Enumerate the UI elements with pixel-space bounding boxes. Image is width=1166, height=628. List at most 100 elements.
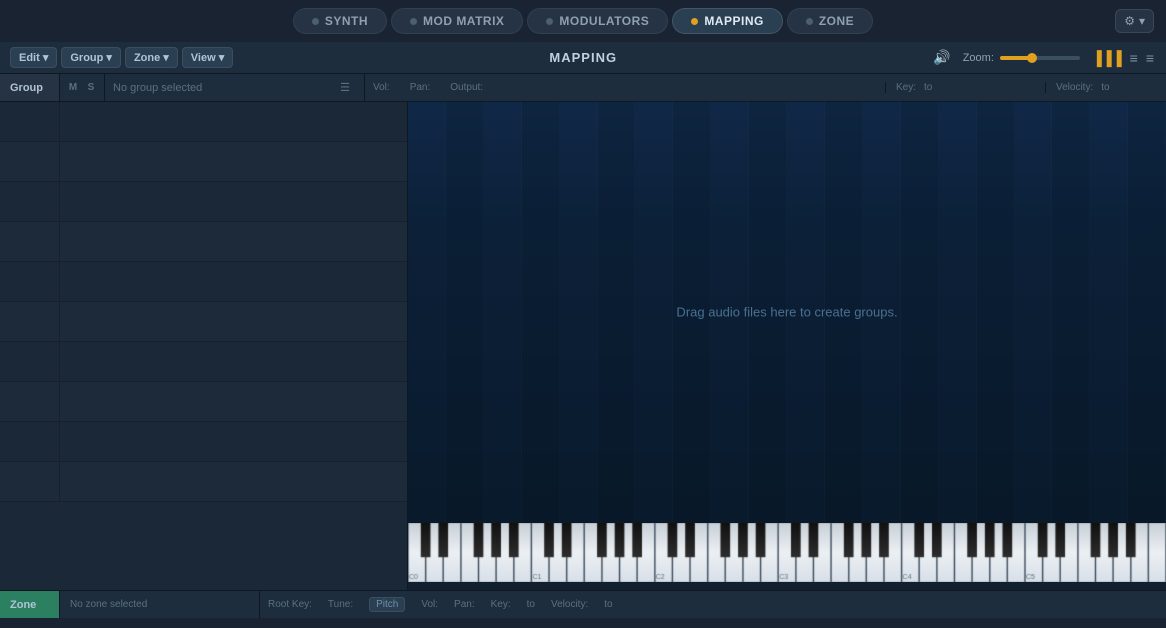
group-menu-button[interactable]: Group ▾	[61, 47, 121, 68]
view-icons: ▐▐▐ ≡ ≡	[1090, 48, 1156, 68]
list-item-narrow-col	[0, 342, 60, 381]
group-label: Group ▾	[70, 51, 112, 64]
group-list-panel	[0, 102, 408, 590]
list-item-wide-col	[60, 142, 407, 181]
list-item-narrow-col	[0, 102, 60, 141]
zoom-slider[interactable]	[1000, 56, 1080, 60]
zoom-label: Zoom:	[963, 52, 994, 64]
dot-zone	[806, 18, 813, 25]
group-section-label: Group	[0, 74, 60, 101]
list-item	[0, 142, 407, 182]
dot-mapping	[691, 18, 698, 25]
list-item-narrow-col	[0, 182, 60, 221]
pitch-button[interactable]: Pitch	[369, 597, 405, 612]
list-item-wide-col	[60, 302, 407, 341]
zone-velocity-label: Velocity:	[551, 599, 588, 610]
tab-mod-matrix-label: MOD MATRIX	[423, 14, 504, 28]
list-item	[0, 222, 407, 262]
zone-menu-button[interactable]: Zone ▾	[125, 47, 178, 68]
zone-pan-label: Pan:	[454, 599, 475, 610]
zone-velocity-to-label: to	[604, 599, 612, 610]
dot-synth	[312, 18, 319, 25]
list-item	[0, 262, 407, 302]
zone-key-label: Key:	[491, 599, 511, 610]
mute-button[interactable]: M	[66, 81, 80, 95]
tab-modulators-label: MODULATORS	[559, 14, 649, 28]
list-item	[0, 382, 407, 422]
list-item	[0, 422, 407, 462]
tab-synth[interactable]: SYNTH	[293, 8, 387, 34]
list-item-wide-col	[60, 222, 407, 261]
piano-keyboard[interactable]: .wk { fill: url(#wkgrad); stroke: #60708…	[408, 522, 1166, 590]
page-title: MAPPING	[237, 50, 929, 65]
velocity-label: Velocity:	[1056, 82, 1093, 93]
content-split: Drag audio files here to create groups. …	[0, 102, 1166, 590]
detail-list-icon[interactable]: ≡	[1144, 48, 1156, 68]
main-content: Group M S No group selected ☰ Vol: Pan: …	[0, 74, 1166, 618]
edit-label: Edit ▾	[19, 51, 48, 64]
group-name-field[interactable]: No group selected ☰	[105, 74, 365, 101]
velocity-to-label: to	[1101, 82, 1109, 93]
zone-properties: Root Key: Tune: Pitch Vol: Pan: Key: to …	[260, 597, 1166, 612]
bar-chart-icon[interactable]: ▐▐▐	[1090, 48, 1124, 68]
list-item-narrow-col	[0, 462, 60, 501]
list-item-narrow-col	[0, 142, 60, 181]
piano-keys-container: .wk { fill: url(#wkgrad); stroke: #60708…	[408, 523, 1166, 590]
tab-mapping[interactable]: MAPPING	[672, 8, 783, 34]
tab-synth-label: SYNTH	[325, 14, 368, 28]
mapping-drop-area[interactable]: Drag audio files here to create groups.	[408, 102, 1166, 522]
tab-modulators[interactable]: MODULATORS	[527, 8, 668, 34]
list-item-narrow-col	[0, 262, 60, 301]
list-item	[0, 182, 407, 222]
list-item	[0, 342, 407, 382]
tab-zone-label: ZONE	[819, 14, 854, 28]
piano-keys-rendered	[408, 523, 1166, 590]
dot-mod-matrix	[410, 18, 417, 25]
group-menu-icon[interactable]: ☰	[340, 81, 356, 94]
zone-bar: Zone No zone selected Root Key: Tune: Pi…	[0, 590, 1166, 618]
output-label: Output:	[450, 82, 483, 93]
list-item-narrow-col	[0, 302, 60, 341]
list-item-wide-col	[60, 182, 407, 221]
speaker-icon[interactable]: 🔊	[933, 49, 950, 66]
gear-icon: ⚙	[1124, 14, 1135, 28]
key-range-section: Key: to	[886, 82, 1046, 93]
group-ms-section: M S	[60, 74, 105, 101]
zoom-section: Zoom:	[963, 52, 1080, 64]
group-name-text: No group selected	[113, 82, 202, 94]
list-item-wide-col	[60, 462, 407, 501]
tab-zone[interactable]: ZONE	[787, 8, 873, 34]
list-item-narrow-col	[0, 422, 60, 461]
list-item-wide-col	[60, 342, 407, 381]
solo-button[interactable]: S	[84, 81, 98, 95]
tab-mod-matrix[interactable]: MOD MATRIX	[391, 8, 523, 34]
vol-label: Vol:	[373, 82, 390, 93]
settings-button[interactable]: ⚙ ▾	[1115, 9, 1154, 33]
list-item-wide-col	[60, 382, 407, 421]
list-item-wide-col	[60, 422, 407, 461]
list-icon[interactable]: ≡	[1128, 48, 1140, 68]
view-menu-button[interactable]: View ▾	[182, 47, 233, 68]
zoom-slider-thumb	[1027, 53, 1037, 63]
list-item-narrow-col	[0, 222, 60, 261]
velocity-section: Velocity: to	[1046, 82, 1166, 93]
zone-vol-label: Vol:	[421, 599, 438, 610]
top-nav: SYNTH MOD MATRIX MODULATORS MAPPING ZONE…	[0, 0, 1166, 42]
list-item-narrow-col	[0, 382, 60, 421]
view-label: View ▾	[191, 51, 224, 64]
key-to-label: to	[924, 82, 932, 93]
tune-label: Tune:	[328, 599, 353, 610]
dot-modulators	[546, 18, 553, 25]
key-label: Key:	[896, 82, 916, 93]
zone-name-field[interactable]: No zone selected	[60, 591, 260, 618]
group-list-inner	[0, 102, 407, 590]
tab-mapping-label: MAPPING	[704, 14, 764, 28]
edit-menu-button[interactable]: Edit ▾	[10, 47, 57, 68]
curtain-background	[408, 102, 1166, 522]
zone-section-label: Zone	[0, 591, 60, 618]
list-item	[0, 302, 407, 342]
chevron-down-icon: ▾	[1139, 14, 1145, 28]
mapping-panel: Drag audio files here to create groups. …	[408, 102, 1166, 590]
group-header-row: Group M S No group selected ☰ Vol: Pan: …	[0, 74, 1166, 102]
list-item	[0, 102, 407, 142]
